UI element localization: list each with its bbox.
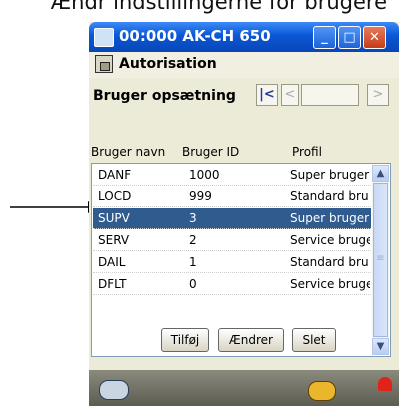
cell-user-name: DANF	[98, 168, 132, 182]
cell-user-id: 0	[189, 277, 197, 291]
table-row[interactable]: SERV 2 Service bruge	[93, 230, 371, 251]
table-row[interactable]: DAIL 1 Standard bru	[93, 252, 371, 273]
record-input[interactable]	[301, 84, 359, 106]
scroll-down-button[interactable]: ▼	[372, 338, 389, 355]
cell-user-id: 1000	[189, 168, 220, 182]
authorisation-header: Autorisation	[89, 52, 399, 79]
title-bar[interactable]: 00:000 AK-CH 650 _ □ ✕	[89, 22, 399, 52]
cell-user-id: 1	[189, 255, 197, 269]
scroll-up-button[interactable]: ▲	[372, 165, 389, 182]
cell-user-name: SUPV	[98, 211, 130, 225]
cell-user-id: 3	[189, 211, 197, 225]
delete-user-button[interactable]: Slet	[292, 328, 336, 352]
add-user-button[interactable]: Tilføj	[161, 328, 209, 352]
column-header-profile: Profil	[292, 145, 322, 159]
lock-icon	[95, 55, 113, 73]
status-bar	[89, 370, 399, 406]
cell-user-name: DAIL	[98, 255, 126, 269]
table-row[interactable]: LOCD 999 Standard bru	[93, 186, 371, 207]
cell-user-id: 2	[189, 233, 197, 247]
previous-record-button[interactable]: <	[281, 84, 299, 106]
cell-profile: Standard bru	[290, 255, 369, 269]
glasses-icon[interactable]	[99, 380, 129, 400]
vertical-scrollbar[interactable]: ▲ ≡ ▼	[372, 165, 389, 355]
cell-user-name: DFLT	[98, 277, 127, 291]
user-setup-panel: Bruger opsætning |< < > Bruger navn Brug…	[89, 78, 399, 372]
cell-user-id: 999	[189, 189, 212, 203]
change-user-button[interactable]: Ændrer	[218, 328, 284, 352]
scroll-thumb[interactable]: ≡	[373, 183, 388, 337]
table-row-selected[interactable]: SUPV 3 Super bruger	[93, 208, 371, 229]
app-window: 00:000 AK-CH 650 _ □ ✕ Autorisation Brug…	[89, 22, 399, 406]
next-record-button[interactable]: >	[367, 84, 389, 106]
table-row[interactable]: DFLT 0 Service bruge	[93, 274, 371, 295]
first-record-button[interactable]: |<	[256, 84, 278, 106]
cell-profile: Service bruge	[290, 277, 370, 291]
key-icon[interactable]	[308, 381, 336, 401]
table-row[interactable]: DANF 1000 Super bruger	[93, 165, 371, 186]
page-caption: Ændr indstillingerne for brugere	[50, 0, 387, 14]
minimize-button[interactable]: _	[313, 26, 336, 49]
bell-icon[interactable]	[378, 377, 392, 391]
cell-user-name: SERV	[98, 233, 130, 247]
close-button[interactable]: ✕	[363, 26, 386, 49]
cell-user-name: LOCD	[98, 189, 132, 203]
user-setup-title: Bruger opsætning	[93, 88, 236, 104]
column-header-user-name: Bruger navn	[91, 145, 166, 159]
monitor-icon	[94, 28, 114, 47]
window-title: 00:000 AK-CH 650	[119, 27, 271, 45]
section-title: Autorisation	[119, 56, 217, 72]
maximize-button[interactable]: □	[338, 26, 361, 49]
column-header-user-id: Bruger ID	[182, 145, 240, 159]
cell-profile: Super bruger	[290, 168, 370, 182]
cell-profile: Super bruger	[290, 211, 370, 225]
cell-profile: Service bruge	[290, 233, 370, 247]
pointer-arrow	[10, 201, 98, 213]
cell-profile: Standard bru	[290, 189, 369, 203]
